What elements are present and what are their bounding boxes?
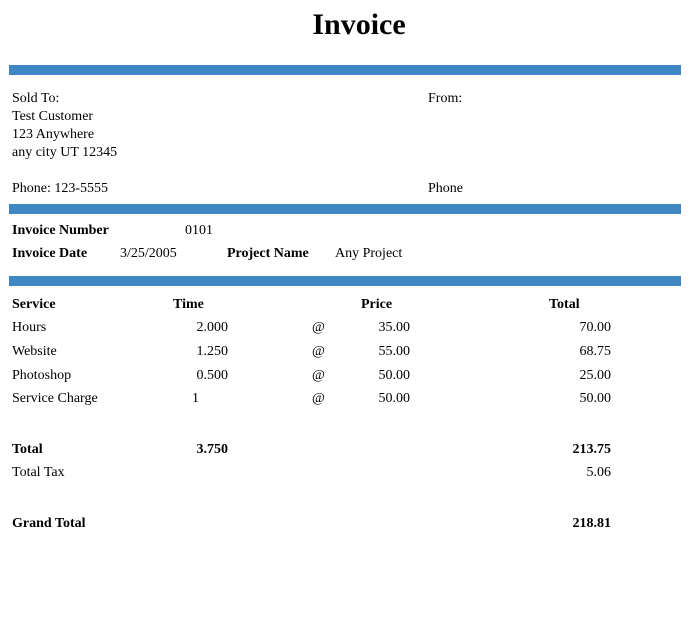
total-time: 3.750 [196, 442, 229, 457]
row-total: 70.00 [579, 320, 612, 335]
invoice-title: Invoice [312, 8, 406, 41]
row-at-symbol: @ [312, 391, 325, 406]
row-service: Hours [12, 320, 47, 335]
invoice-date-value: 3/25/2005 [120, 246, 177, 261]
row-service: Photoshop [12, 368, 72, 383]
customer-name: Test Customer [12, 109, 94, 124]
header-divider-bar [9, 65, 681, 75]
total-label: Total [12, 442, 43, 457]
project-name-label: Project Name [227, 246, 309, 261]
column-header-price: Price [361, 297, 393, 312]
customer-address-line1: 123 Anywhere [12, 127, 95, 142]
total-tax-label: Total Tax [12, 465, 65, 480]
column-header-service: Service [12, 297, 56, 312]
row-time: 0.500 [196, 368, 229, 383]
column-header-time: Time [173, 297, 204, 312]
sold-to-label: Sold To: [12, 91, 60, 106]
row-price: 55.00 [378, 344, 411, 359]
row-price: 50.00 [378, 391, 411, 406]
row-time: 1.250 [196, 344, 229, 359]
row-price: 50.00 [378, 368, 411, 383]
invoice-date-label: Invoice Date [12, 246, 88, 261]
row-total: 25.00 [579, 368, 612, 383]
row-at-symbol: @ [312, 320, 325, 335]
row-service: Website [12, 344, 57, 359]
total-tax-amount: 5.06 [586, 465, 612, 480]
grand-total-amount: 218.81 [572, 516, 612, 531]
row-at-symbol: @ [312, 344, 325, 359]
invoice-number-label: Invoice Number [12, 223, 109, 238]
row-total: 50.00 [579, 391, 612, 406]
total-amount: 213.75 [572, 442, 612, 457]
row-time: 2.000 [196, 320, 229, 335]
row-total: 68.75 [579, 344, 612, 359]
from-label: From: [428, 91, 463, 106]
row-price: 35.00 [378, 320, 411, 335]
column-header-total: Total [549, 297, 580, 312]
customer-phone: Phone: 123-5555 [12, 181, 109, 196]
customer-address-line2: any city UT 12345 [12, 145, 118, 160]
invoice-number-value: 0101 [185, 223, 213, 238]
from-phone: Phone [428, 181, 463, 196]
row-at-symbol: @ [312, 368, 325, 383]
project-name-value: Any Project [335, 246, 403, 261]
details-divider-bar [9, 276, 681, 286]
row-time: 1 [192, 391, 199, 406]
grand-total-label: Grand Total [12, 516, 86, 531]
row-service: Service Charge [12, 391, 98, 406]
address-divider-bar [9, 204, 681, 214]
